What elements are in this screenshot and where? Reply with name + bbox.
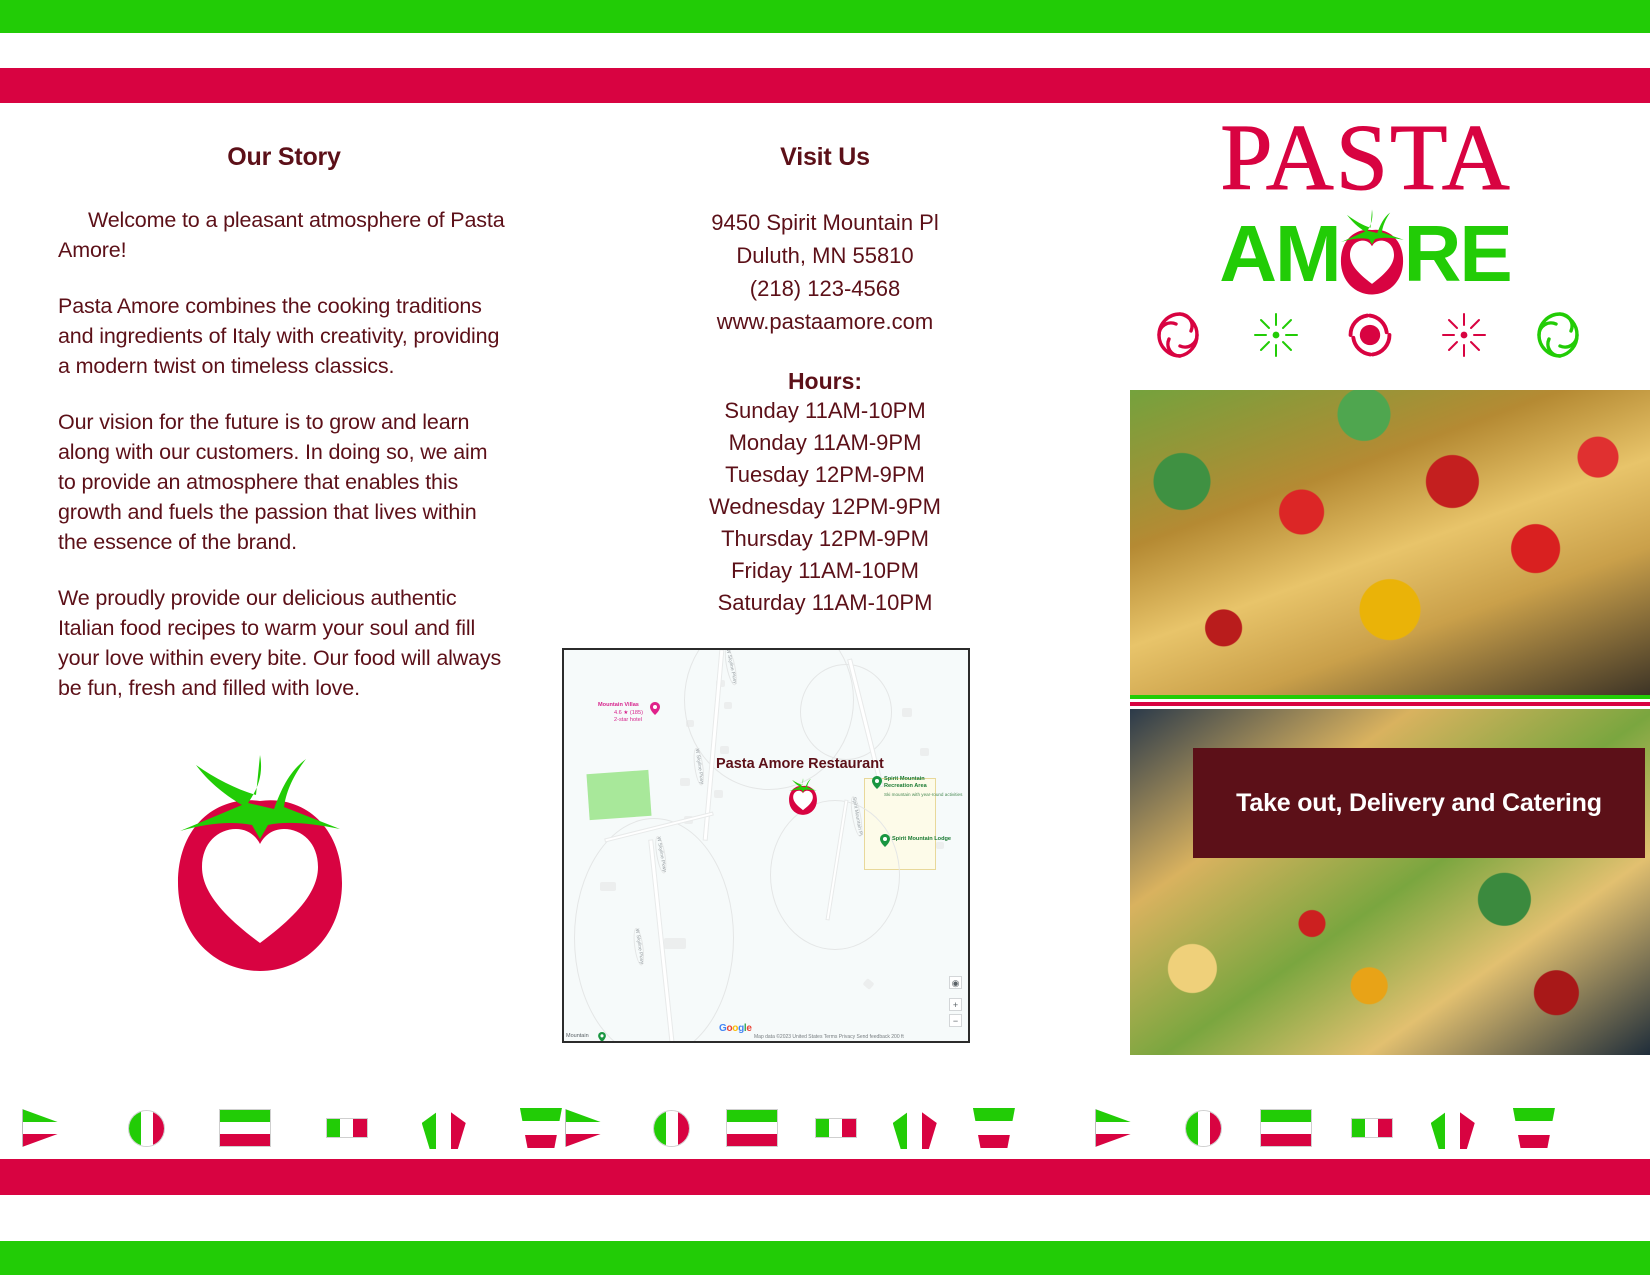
- map-green-area: [586, 769, 652, 821]
- logo-amore-part-2: RE: [1403, 209, 1513, 298]
- story-paragraph-4: We proudly provide our delicious authent…: [58, 586, 502, 700]
- map-poi-spirit-rec-name1: Spirit Mountain: [884, 776, 925, 782]
- story-paragraph-2: Pasta Amore combines the cooking traditi…: [58, 294, 500, 378]
- hours-heading: Hours:: [787, 368, 863, 394]
- google-logo: Google: [719, 1023, 752, 1034]
- logo-word-pasta: PASTA: [1220, 106, 1512, 210]
- logo-word-amore: AM RE: [1090, 206, 1640, 302]
- italian-stripe-divider: [1130, 695, 1650, 709]
- phone-number[interactable]: (218) 123-4568: [590, 272, 1060, 305]
- flag-group-right: [1095, 1100, 1555, 1156]
- panel-cover: PASTA AM RE Take out, Delivery and Cater…: [1090, 103, 1650, 1159]
- our-story-heading: Our Story: [227, 143, 341, 171]
- flag-small-rect-icon: [1350, 1118, 1393, 1138]
- flag-small-rect-icon: [814, 1118, 857, 1138]
- google-letter-e: e: [746, 1023, 752, 1034]
- hours-list: Sunday 11AM-10PM Monday 11AM-9PM Tuesday…: [590, 395, 1060, 619]
- top-crimson-band: [0, 68, 1650, 103]
- website-url[interactable]: www.pastaamore.com: [590, 305, 1060, 338]
- map-block: [920, 748, 929, 756]
- logo-amore-part-1: AM: [1219, 209, 1341, 298]
- bottom-green-band: [0, 1241, 1650, 1275]
- flag-pentagon-icon: [421, 1107, 466, 1149]
- map-road: [574, 818, 734, 1041]
- brand-logo: PASTA AM RE: [1090, 103, 1650, 388]
- map-block: [862, 978, 875, 990]
- map-poi-spirit-lodge-name: Spirit Mountain Lodge: [892, 836, 952, 842]
- address-line-2: Duluth, MN 55810: [736, 243, 914, 268]
- flag-trapezoid-icon: [519, 1108, 562, 1148]
- top-green-band: [0, 0, 1650, 33]
- map-block: [936, 842, 944, 849]
- italian-flag-strip: [0, 1100, 1650, 1156]
- map-corner-label: Mountain: [566, 1033, 589, 1039]
- flag-pentagon-icon: [1430, 1107, 1475, 1149]
- flag-trapezoid-icon: [972, 1108, 1015, 1148]
- hours-item: Thursday 12PM-9PM: [721, 526, 929, 551]
- map-block: [902, 708, 912, 717]
- address-line-1: 9450 Spirit Mountain Pl: [711, 210, 939, 235]
- map-poi-spirit-rec-sub: Ski mountain with year-round activities: [884, 792, 963, 797]
- flag-arrow-icon: [22, 1109, 74, 1147]
- location-map[interactable]: W Skyline Pkwy W Skyline Pkwy W Skyline …: [562, 648, 970, 1043]
- starburst-green-icon: [1251, 310, 1301, 365]
- contact-block: 9450 Spirit Mountain Pl Duluth, MN 55810…: [590, 206, 1060, 338]
- hours-item: Friday 11AM-10PM: [731, 558, 919, 583]
- map-pin-mountain-villas[interactable]: [650, 702, 660, 715]
- panel-visit-us: Visit Us 9450 Spirit Mountain Pl Duluth,…: [560, 103, 1090, 1159]
- decorative-icon-row: [1090, 308, 1650, 367]
- map-block: [680, 778, 690, 786]
- tomato-heart-icon: [160, 743, 360, 983]
- flag-arrow-icon: [1095, 1109, 1147, 1147]
- map-pin-corner[interactable]: [598, 1029, 607, 1041]
- hours-item: Tuesday 12PM-9PM: [725, 462, 925, 487]
- cover-photo-block: [1130, 390, 1650, 1055]
- spiral-outline-green-icon: [1533, 308, 1587, 367]
- visit-us-heading: Visit Us: [780, 143, 870, 171]
- map-zoom-in-button[interactable]: +: [949, 998, 962, 1011]
- map-road: [800, 664, 892, 760]
- story-paragraph-1: Welcome to a pleasant atmosphere of Past…: [58, 208, 505, 262]
- flag-rect-icon: [219, 1109, 272, 1147]
- story-paragraph-3: Our vision for the future is to grow and…: [58, 410, 488, 554]
- flag-rect-icon: [1260, 1109, 1313, 1147]
- bottom-crimson-band: [0, 1159, 1650, 1195]
- spiral-outline-crimson-icon: [1153, 308, 1207, 367]
- flag-circle-icon: [653, 1109, 691, 1147]
- flag-trapezoid-icon: [1512, 1108, 1555, 1148]
- panel-our-story: Our Story Welcome to a pleasant atmosphe…: [0, 103, 560, 1159]
- our-story-text: Welcome to a pleasant atmosphere of Past…: [58, 205, 510, 703]
- flag-small-rect-icon: [325, 1118, 368, 1138]
- map-locate-button[interactable]: ◉: [949, 976, 962, 989]
- flag-circle-icon: [128, 1109, 166, 1147]
- flag-rect-icon: [726, 1109, 779, 1147]
- flag-group-left: [22, 1100, 562, 1156]
- flag-group-middle: [565, 1100, 1015, 1156]
- flag-arrow-icon: [565, 1109, 617, 1147]
- hours-item: Sunday 11AM-10PM: [724, 398, 926, 423]
- pasta-tomatoes-photo: [1130, 390, 1650, 695]
- hours-item: Monday 11AM-9PM: [728, 430, 922, 455]
- flag-pentagon-icon: [892, 1107, 937, 1149]
- map-attribution[interactable]: Map data ©2023 United States Terms Priva…: [754, 1034, 904, 1040]
- spiral-filled-crimson-icon: [1345, 310, 1395, 365]
- logo-tomato-heart-icon: [1334, 208, 1410, 304]
- map-block: [714, 790, 723, 798]
- map-zoom-out-button[interactable]: −: [949, 1014, 962, 1027]
- map-restaurant-tomato-marker[interactable]: [786, 776, 820, 822]
- hours-item: Saturday 11AM-10PM: [717, 590, 933, 615]
- map-poi-mountain-villas-name: Mountain Villas: [598, 702, 639, 708]
- map-restaurant-label: Pasta Amore Restaurant: [716, 756, 884, 772]
- starburst-crimson-icon: [1439, 310, 1489, 365]
- flag-circle-icon: [1185, 1109, 1223, 1147]
- brochure-body: Our Story Welcome to a pleasant atmosphe…: [0, 103, 1650, 1159]
- map-poi-spirit-rec-name2: Recreation Area: [884, 783, 927, 789]
- map-pin-spirit-mountain-lodge[interactable]: [880, 834, 890, 847]
- map-pin-spirit-mountain-rec[interactable]: [872, 776, 882, 789]
- cta-banner-text: Take out, Delivery and Catering: [1236, 788, 1602, 817]
- cta-banner: Take out, Delivery and Catering: [1193, 748, 1645, 858]
- hours-item: Wednesday 12PM-9PM: [709, 494, 941, 519]
- map-poi-mountain-villas-rating: 4.6 ★ (185): [614, 710, 643, 716]
- map-poi-mountain-villas-type: 2-star hotel: [614, 717, 642, 723]
